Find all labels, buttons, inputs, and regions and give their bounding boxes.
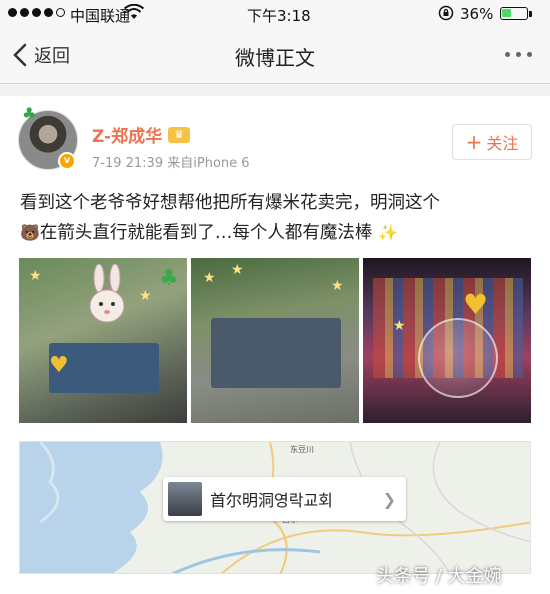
- battery-percent: 36%: [460, 5, 494, 23]
- sparkle-icon: ★: [139, 288, 152, 304]
- post-photo-3[interactable]: ♥ ★: [363, 258, 531, 423]
- clover-icon: ♣: [159, 266, 179, 291]
- magic-bubble-shape: [418, 318, 498, 398]
- more-options-button[interactable]: [505, 52, 532, 57]
- battery-tip: [529, 11, 532, 17]
- more-dot-icon: [527, 52, 532, 57]
- status-bar: 中国联通 下午3:18 36%: [0, 0, 550, 28]
- location-pill[interactable]: 首尔明洞영락교회 ❯: [163, 477, 406, 521]
- sparkle-icon: ★: [331, 278, 344, 294]
- heart-wand-icon: ♥: [49, 353, 69, 378]
- sparkle-icon: ★: [393, 318, 406, 334]
- sparkle-icon: ★: [203, 270, 216, 286]
- carrier-name: 中国联通: [70, 7, 131, 25]
- more-dot-icon: [516, 52, 521, 57]
- rotation-lock-icon: [438, 5, 454, 21]
- post-text-line-2: 在箭头直行就能看到了…每个人都有魔法棒: [39, 223, 373, 243]
- location-thumbnail: [168, 482, 202, 516]
- clover-icon: ♣: [22, 104, 37, 123]
- post-meta: 7-19 21:39 来自iPhone 6: [92, 152, 250, 171]
- location-map[interactable]: 东豆川 首尔 首尔明洞영락교회 ❯: [19, 441, 531, 574]
- battery-icon: [500, 7, 528, 20]
- post-photo-2[interactable]: ★ ★ ★: [191, 258, 359, 423]
- truck-shape: [211, 318, 341, 388]
- verified-badge-icon: v: [58, 152, 76, 170]
- username[interactable]: Z-郑成华: [92, 122, 162, 147]
- post-photo-1[interactable]: ♥ ★ ★ ♣: [19, 258, 187, 423]
- post-source: 来自iPhone 6: [167, 156, 250, 171]
- status-time: 下午3:18: [247, 7, 311, 25]
- follow-label: 关注: [486, 134, 519, 153]
- wifi-icon: [124, 4, 144, 19]
- sparkle-emoji-icon: ✨: [378, 223, 398, 242]
- signal-strength-icon: [8, 8, 65, 17]
- post-author[interactable]: Z-郑成华 ♛: [92, 122, 191, 147]
- bear-emoji-icon: 🐻: [20, 223, 40, 242]
- post-card: ♣ v Z-郑成华 ♛ 7-19 21:39 来自iPhone 6 + 关注 看…: [0, 96, 550, 594]
- follow-button[interactable]: + 关注: [452, 124, 532, 160]
- chevron-right-icon: ❯: [382, 489, 396, 509]
- plus-icon: +: [465, 130, 483, 154]
- heart-wand-icon: ♥: [463, 288, 489, 321]
- location-name: 首尔明洞영락교회: [210, 491, 333, 510]
- post-text-line-1: 看到这个老爷爷好想帮他把所有爆米花卖完，明洞这个: [20, 193, 440, 213]
- more-dot-icon: [505, 52, 510, 57]
- map-city-label: 东豆川: [290, 445, 314, 454]
- sparkle-icon: ★: [231, 262, 244, 278]
- watermark: 头条号 / 大金婉: [376, 566, 502, 587]
- bunny-sticker-icon: [89, 264, 125, 323]
- navigation-bar: 返回 微博正文: [0, 28, 550, 84]
- sparkle-icon: ★: [29, 268, 42, 284]
- post-text: 看到这个老爷爷好想帮他把所有爆米花卖完，明洞这个 🐻在箭头直行就能看到了…每个人…: [20, 188, 535, 248]
- page-title: 微博正文: [235, 46, 315, 70]
- post-timestamp: 7-19 21:39: [92, 156, 164, 171]
- vip-crown-icon: ♛: [168, 126, 191, 143]
